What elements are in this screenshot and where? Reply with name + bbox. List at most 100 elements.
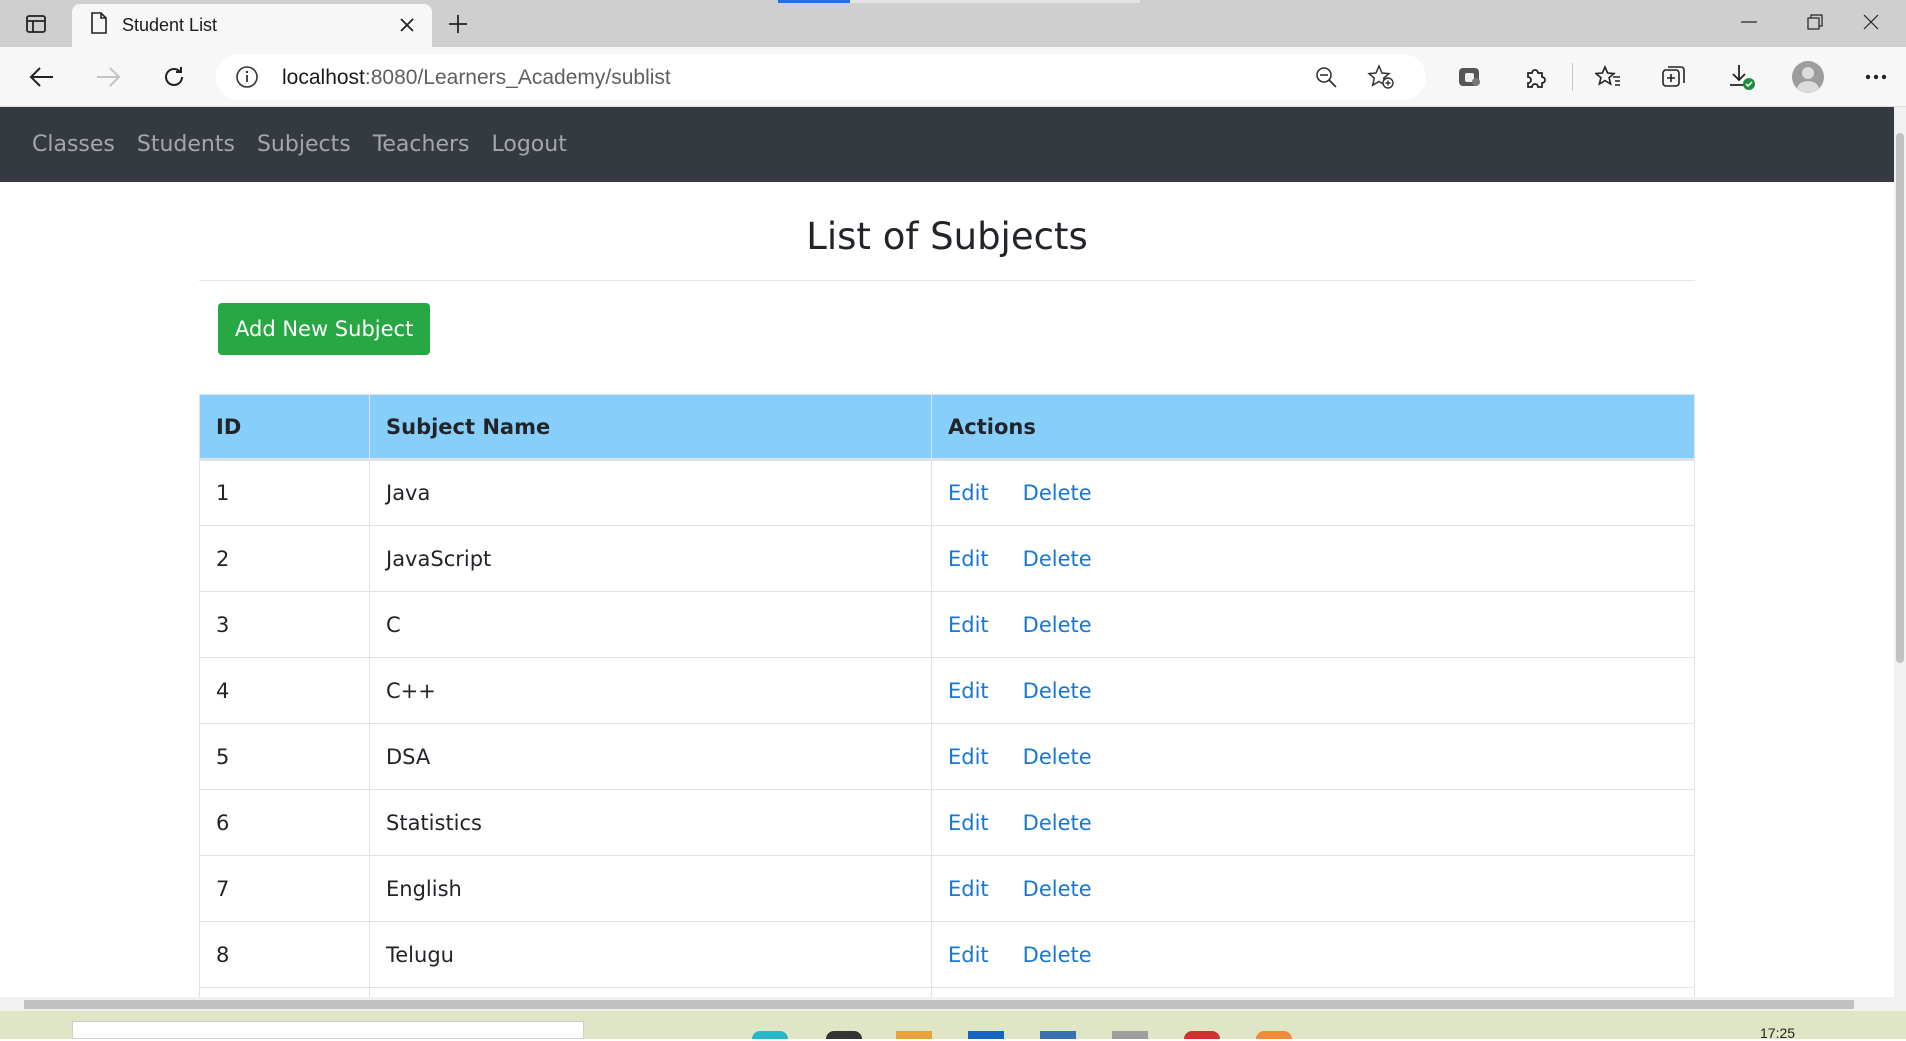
cell-subject-name: Statistics (369, 789, 932, 856)
page-viewport: Classes Students Subjects Teachers Logou… (0, 107, 1894, 997)
vertical-scrollbar-thumb[interactable] (1896, 133, 1904, 663)
cell-id: 7 (199, 855, 370, 922)
cell-id (199, 987, 370, 997)
edit-link[interactable]: Edit (948, 877, 989, 901)
taskbar-search-box[interactable] (72, 1021, 584, 1039)
cell-id: 2 (199, 525, 370, 592)
table-row: 7 English Edit Delete (199, 855, 1695, 922)
forward-icon[interactable] (86, 55, 130, 99)
cell-actions: Edit Delete (931, 525, 1695, 592)
table-header-row: ID Subject Name Actions (199, 394, 1695, 461)
cell-subject-name: Telugu (369, 921, 932, 988)
cell-subject-name: JavaScript (369, 525, 932, 592)
edit-link[interactable]: Edit (948, 943, 989, 967)
cell-subject-name: C++ (369, 657, 932, 724)
table-row: 5 DSA Edit Delete (199, 723, 1695, 790)
cell-id: 5 (199, 723, 370, 790)
edit-link[interactable]: Edit (948, 679, 989, 703)
column-header-subject-name: Subject Name (369, 394, 932, 461)
app-icon[interactable] (826, 1031, 862, 1039)
downloads-icon[interactable] (1720, 55, 1764, 99)
cell-actions (931, 987, 1695, 997)
browser-toolbar: localhost:8080/Learners_Academy/sublist (0, 47, 1906, 107)
extensions-puzzle-icon[interactable] (1514, 55, 1558, 99)
app-icon[interactable] (1112, 1031, 1148, 1039)
collections-icon[interactable] (1652, 55, 1696, 99)
edit-link[interactable]: Edit (948, 481, 989, 505)
browser-tab[interactable]: Student List (72, 4, 432, 47)
nav-subjects[interactable]: Subjects (257, 132, 351, 157)
cell-subject-name: C (369, 591, 932, 658)
cell-actions: Edit Delete (931, 459, 1695, 526)
extension-icon[interactable] (1448, 55, 1492, 99)
cell-subject-name: Java (369, 459, 932, 526)
app-icon[interactable] (896, 1031, 932, 1039)
favorites-icon[interactable] (1586, 55, 1630, 99)
top-navbar: Classes Students Subjects Teachers Logou… (0, 107, 1894, 182)
delete-link[interactable]: Delete (1023, 943, 1092, 967)
browser-tab-strip: Student List (0, 0, 1906, 47)
cell-actions: Edit Delete (931, 921, 1695, 988)
cell-subject-name: DSA (369, 723, 932, 790)
close-tab-icon[interactable] (396, 14, 418, 36)
app-icon[interactable] (1040, 1031, 1076, 1039)
cell-actions: Edit Delete (931, 723, 1695, 790)
loading-indicator (778, 0, 850, 3)
delete-link[interactable]: Delete (1023, 613, 1092, 637)
app-icon[interactable] (1256, 1031, 1292, 1039)
nav-classes[interactable]: Classes (32, 132, 115, 157)
tab-actions-icon[interactable] (12, 0, 60, 47)
nav-logout[interactable]: Logout (492, 132, 567, 157)
cell-id: 3 (199, 591, 370, 658)
horizontal-scrollbar-thumb[interactable] (24, 1000, 1854, 1009)
table-row: 3 C Edit Delete (199, 591, 1695, 658)
page-icon (90, 12, 108, 39)
delete-link[interactable]: Delete (1023, 547, 1092, 571)
refresh-icon[interactable] (152, 55, 196, 99)
url-path: :8080/Learners_Academy/sublist (364, 66, 671, 89)
info-icon[interactable] (234, 64, 260, 90)
cell-id: 8 (199, 921, 370, 988)
column-header-id: ID (199, 394, 370, 461)
delete-link[interactable]: Delete (1023, 745, 1092, 769)
table-row: 6 Statistics Edit Delete (199, 789, 1695, 856)
table-row (199, 987, 1695, 997)
profile-avatar[interactable] (1786, 55, 1830, 99)
minimize-icon[interactable] (1714, 0, 1784, 44)
edit-link[interactable]: Edit (948, 613, 989, 637)
column-header-actions: Actions (931, 394, 1695, 461)
delete-link[interactable]: Delete (1023, 481, 1092, 505)
edit-link[interactable]: Edit (948, 547, 989, 571)
add-new-subject-button[interactable]: Add New Subject (218, 303, 431, 355)
new-tab-button[interactable] (440, 8, 476, 40)
nav-students[interactable]: Students (137, 132, 235, 157)
back-icon[interactable] (20, 55, 64, 99)
app-icon[interactable] (752, 1031, 788, 1039)
url-host: localhost (282, 66, 365, 89)
tab-title: Student List (122, 15, 218, 35)
cell-id: 4 (199, 657, 370, 724)
url-text[interactable]: localhost:8080/Learners_Academy/sublist (282, 66, 671, 90)
page-title: List of Subjects (806, 215, 1088, 258)
vertical-scrollbar[interactable] (1894, 107, 1906, 997)
address-bar[interactable]: localhost:8080/Learners_Academy/sublist (216, 54, 1426, 100)
add-favorite-icon[interactable] (1366, 63, 1396, 91)
content-container: List of Subjects Add New Subject ID Subj… (199, 182, 1695, 997)
app-icon[interactable] (968, 1031, 1004, 1039)
table-row: 8 Telugu Edit Delete (199, 921, 1695, 988)
edit-link[interactable]: Edit (948, 811, 989, 835)
edit-link[interactable]: Edit (948, 745, 989, 769)
close-window-icon[interactable] (1836, 0, 1906, 44)
table-row: 1 Java Edit Delete (199, 459, 1695, 526)
horizontal-scrollbar[interactable] (0, 997, 1906, 1011)
delete-link[interactable]: Delete (1023, 877, 1092, 901)
zoom-out-icon[interactable] (1312, 63, 1340, 91)
delete-link[interactable]: Delete (1023, 679, 1092, 703)
delete-link[interactable]: Delete (1023, 811, 1092, 835)
cell-subject-name: English (369, 855, 932, 922)
table-row: 4 C++ Edit Delete (199, 657, 1695, 724)
settings-more-icon[interactable] (1854, 55, 1898, 99)
cell-actions: Edit Delete (931, 789, 1695, 856)
app-icon[interactable] (1184, 1031, 1220, 1039)
nav-teachers[interactable]: Teachers (373, 132, 470, 157)
